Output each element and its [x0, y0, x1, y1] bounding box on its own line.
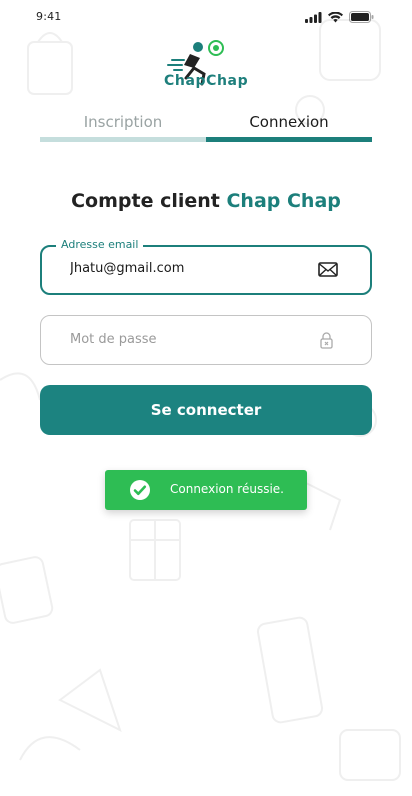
- tab-inscription[interactable]: Inscription: [40, 108, 206, 142]
- email-field-label: Adresse email: [56, 238, 144, 251]
- email-input[interactable]: [70, 261, 300, 276]
- mail-icon: [318, 262, 338, 277]
- email-field[interactable]: Adresse email: [40, 238, 372, 295]
- toast-message: Connexion réussie.: [170, 482, 284, 496]
- auth-tabs: Inscription Connexion: [40, 108, 372, 142]
- status-bar: 9:41: [0, 0, 412, 34]
- page-title: Compte client Chap Chap: [0, 190, 412, 212]
- tab-inscription-indicator: [40, 137, 206, 142]
- tab-connexion-label: Connexion: [249, 113, 329, 131]
- page-title-accent: Chap Chap: [226, 190, 341, 212]
- page-title-prefix: Compte client: [71, 190, 220, 212]
- brand-name: ChapChap: [164, 73, 249, 89]
- check-circle-icon: [130, 480, 150, 500]
- tab-connexion-indicator: [206, 137, 372, 142]
- tab-inscription-label: Inscription: [83, 113, 163, 131]
- success-toast: Connexion réussie.: [105, 470, 307, 510]
- status-icons: [305, 11, 374, 23]
- battery-icon: [349, 11, 374, 23]
- tab-connexion[interactable]: Connexion: [206, 108, 372, 142]
- password-input[interactable]: [70, 332, 300, 347]
- login-button[interactable]: Se connecter: [40, 385, 372, 435]
- lock-icon: [320, 332, 333, 349]
- signal-icon: [305, 11, 322, 23]
- wifi-icon: [328, 11, 343, 22]
- status-time: 9:41: [36, 10, 62, 23]
- password-field[interactable]: [40, 315, 372, 365]
